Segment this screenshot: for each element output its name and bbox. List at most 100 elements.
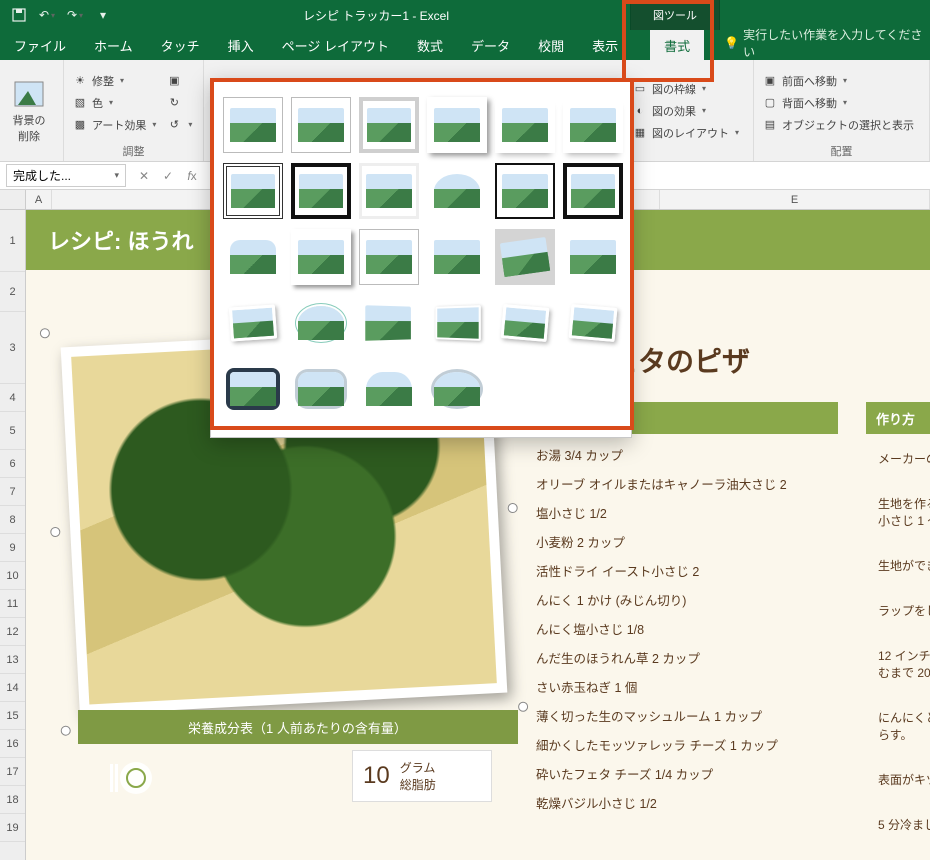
instruction-item: 生地を作る。5 小さじ 1 ～ 2 bbox=[874, 485, 930, 547]
picture-style-option[interactable] bbox=[223, 97, 283, 153]
picture-style-option[interactable] bbox=[359, 295, 419, 351]
resize-handle[interactable] bbox=[40, 328, 51, 339]
col-E[interactable]: E bbox=[660, 190, 930, 209]
picture-style-option[interactable] bbox=[359, 229, 419, 285]
tab-formulas[interactable]: 数式 bbox=[403, 30, 457, 60]
picture-style-option[interactable] bbox=[495, 163, 555, 219]
resize-handle[interactable] bbox=[60, 725, 71, 736]
picture-styles-gallery[interactable] bbox=[210, 78, 632, 438]
reset-picture-button[interactable]: ↺▾ bbox=[164, 116, 194, 134]
selection-pane-button[interactable]: ▤オブジェクトの選択と表示 bbox=[760, 116, 916, 134]
picture-style-option[interactable] bbox=[223, 163, 283, 219]
ingredient-item: 乾燥バジル小さじ 1/2 bbox=[526, 788, 856, 817]
picture-style-option[interactable] bbox=[359, 163, 419, 219]
picture-style-option[interactable] bbox=[495, 229, 555, 285]
row-2[interactable]: 2 bbox=[0, 272, 25, 312]
picture-style-option[interactable] bbox=[291, 361, 351, 417]
picture-style-option[interactable] bbox=[223, 229, 283, 285]
change-picture-button[interactable]: ↻ bbox=[164, 94, 194, 112]
row-7[interactable]: 7 bbox=[0, 478, 25, 506]
tell-me-box[interactable]: 💡実行したい作業を入力してください bbox=[704, 26, 930, 60]
resize-handle[interactable] bbox=[507, 503, 518, 514]
row-15[interactable]: 15 bbox=[0, 702, 25, 730]
remove-background-button[interactable]: 背景の 削除 bbox=[6, 75, 52, 147]
picture-style-option[interactable] bbox=[291, 229, 351, 285]
name-box[interactable]: 完成した...▾ bbox=[6, 164, 126, 187]
picture-style-option[interactable] bbox=[359, 97, 419, 153]
qat-customize-icon[interactable]: ▾ bbox=[94, 6, 112, 24]
row-3[interactable]: 3 bbox=[0, 312, 25, 384]
tab-touch[interactable]: タッチ bbox=[147, 30, 214, 60]
row-9[interactable]: 9 bbox=[0, 534, 25, 562]
picture-style-option[interactable] bbox=[291, 97, 351, 153]
save-icon[interactable] bbox=[10, 6, 28, 24]
tab-file[interactable]: ファイル bbox=[0, 30, 80, 60]
ingredient-item: 薄く切った生のマッシュルーム 1 カップ bbox=[526, 701, 856, 730]
undo-icon[interactable]: ↶▾ bbox=[38, 6, 56, 24]
picture-style-option[interactable] bbox=[427, 361, 487, 417]
select-all-triangle[interactable] bbox=[0, 190, 26, 209]
row-headers: 1 2 3 4 5 6 7 8 9 10 11 12 13 14 15 16 1… bbox=[0, 210, 26, 860]
row-11[interactable]: 11 bbox=[0, 590, 25, 618]
tab-view[interactable]: 表示 bbox=[578, 30, 632, 60]
row-12[interactable]: 12 bbox=[0, 618, 25, 646]
compress-pictures-button[interactable]: ▣ bbox=[164, 72, 194, 90]
picture-style-option[interactable] bbox=[223, 361, 283, 417]
instruction-item: にんにくとにん らす。 bbox=[874, 699, 930, 761]
picture-style-option[interactable] bbox=[291, 295, 351, 351]
tab-pagelayout[interactable]: ページ レイアウト bbox=[268, 30, 403, 60]
resize-handle[interactable] bbox=[50, 527, 61, 538]
picture-effects-button[interactable]: ◐図の効果▾ bbox=[630, 102, 741, 120]
row-8[interactable]: 8 bbox=[0, 506, 25, 534]
row-6[interactable]: 6 bbox=[0, 450, 25, 478]
row-18[interactable]: 18 bbox=[0, 786, 25, 814]
cancel-formula-icon[interactable]: ✕ bbox=[132, 169, 156, 183]
bring-forward-button[interactable]: ▣前面へ移動▾ bbox=[760, 72, 916, 90]
row-14[interactable]: 14 bbox=[0, 674, 25, 702]
corrections-button[interactable]: ☀修整▾ bbox=[70, 72, 158, 90]
send-backward-button[interactable]: ▢背面へ移動▾ bbox=[760, 94, 916, 112]
row-17[interactable]: 17 bbox=[0, 758, 25, 786]
ingredient-item: 細かくしたモッツァレッラ チーズ 1 カップ bbox=[526, 730, 856, 759]
send-backward-icon: ▢ bbox=[762, 95, 778, 111]
picture-border-button[interactable]: ▭図の枠線▾ bbox=[630, 80, 741, 98]
redo-icon[interactable]: ↷▾ bbox=[66, 6, 84, 24]
col-A[interactable]: A bbox=[26, 190, 52, 209]
row-5[interactable]: 5 bbox=[0, 412, 25, 450]
picture-style-option[interactable] bbox=[427, 97, 487, 153]
instruction-item: 生地ができたら bbox=[874, 547, 930, 592]
picture-style-option[interactable] bbox=[563, 229, 623, 285]
tab-home[interactable]: ホーム bbox=[80, 30, 147, 60]
picture-style-option[interactable] bbox=[427, 229, 487, 285]
tab-data[interactable]: データ bbox=[457, 30, 524, 60]
picture-layout-button[interactable]: ▦図のレイアウト▾ bbox=[630, 124, 741, 142]
bring-forward-icon: ▣ bbox=[762, 73, 778, 89]
remove-background-icon bbox=[13, 78, 45, 110]
document-title: レシピ トラッカー1 - Excel bbox=[122, 7, 630, 24]
picture-style-option[interactable] bbox=[427, 163, 487, 219]
ingredient-item: 塩小さじ 1/2 bbox=[526, 498, 856, 527]
picture-style-option[interactable] bbox=[563, 295, 623, 351]
picture-style-option[interactable] bbox=[223, 295, 283, 351]
row-19[interactable]: 19 bbox=[0, 814, 25, 842]
picture-style-option[interactable] bbox=[359, 361, 419, 417]
fx-icon[interactable]: fx bbox=[180, 169, 204, 183]
row-16[interactable]: 16 bbox=[0, 730, 25, 758]
row-13[interactable]: 13 bbox=[0, 646, 25, 674]
picture-style-option[interactable] bbox=[495, 97, 555, 153]
picture-style-option[interactable] bbox=[563, 97, 623, 153]
enter-formula-icon[interactable]: ✓ bbox=[156, 169, 180, 183]
tab-format[interactable]: 書式 bbox=[650, 30, 704, 60]
color-button[interactable]: ▧色▾ bbox=[70, 94, 158, 112]
artistic-effects-button[interactable]: ▩アート効果▾ bbox=[70, 116, 158, 134]
picture-style-option[interactable] bbox=[427, 295, 487, 351]
picture-style-option[interactable] bbox=[495, 295, 555, 351]
tab-insert[interactable]: 挿入 bbox=[214, 30, 268, 60]
chevron-down-icon[interactable]: ▾ bbox=[114, 170, 119, 181]
row-4[interactable]: 4 bbox=[0, 384, 25, 412]
tab-review[interactable]: 校閲 bbox=[524, 30, 578, 60]
picture-style-option[interactable] bbox=[291, 163, 351, 219]
picture-style-option[interactable] bbox=[563, 163, 623, 219]
row-1[interactable]: 1 bbox=[0, 210, 25, 272]
row-10[interactable]: 10 bbox=[0, 562, 25, 590]
